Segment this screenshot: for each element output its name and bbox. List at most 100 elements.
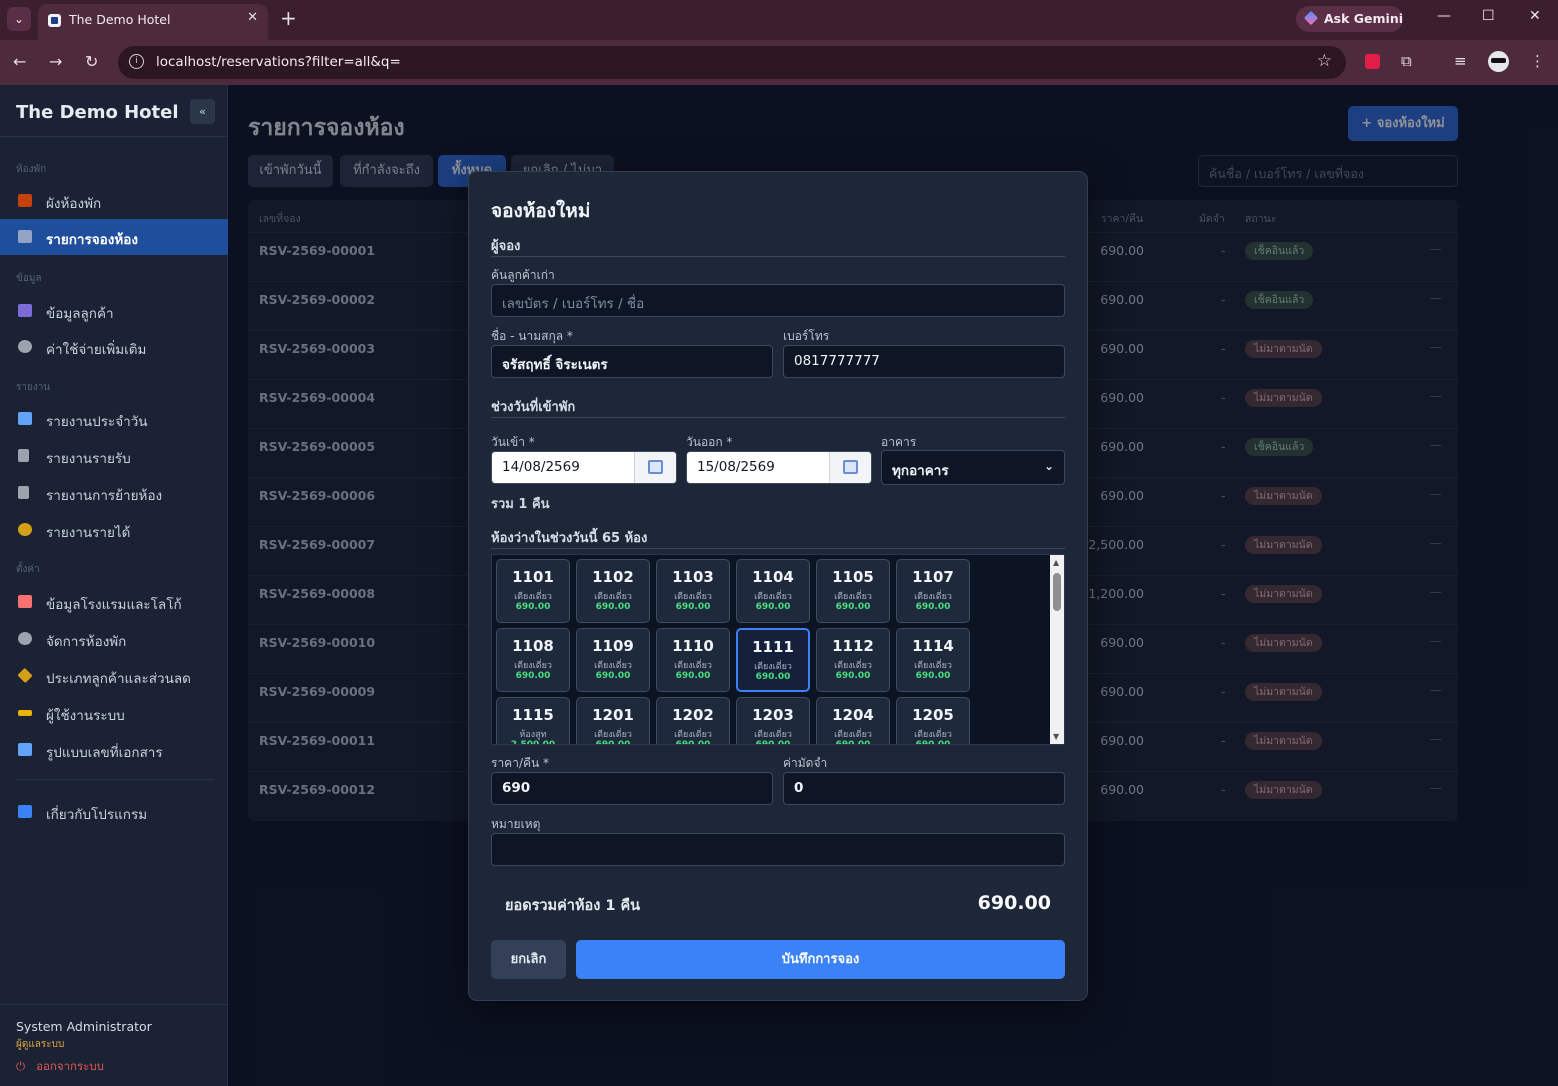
chart-icon <box>18 412 32 425</box>
sidebar-item-reservations[interactable]: รายการจองห้อง <box>0 219 228 255</box>
room-price: 690.00 <box>515 602 551 612</box>
room-card[interactable]: 1101 เตียงเดี่ยว 690.00 <box>496 559 570 623</box>
room-type: เตียงเดี่ยว <box>754 662 792 672</box>
building-select[interactable]: ทุกอาคาร ⌄ <box>881 450 1065 485</box>
room-card[interactable]: 1103 เตียงเดี่ยว 690.00 <box>656 559 730 623</box>
sidebar-item-receipt-report[interactable]: รายงานรายรับ <box>0 438 228 474</box>
room-card[interactable]: 1201 เตียงเดี่ยว 690.00 <box>576 697 650 744</box>
sidebar-item-document-numbering[interactable]: รูปแบบเลขที่เอกสาร <box>0 732 228 768</box>
back-icon[interactable]: ← <box>13 52 26 71</box>
ask-gemini-button[interactable]: Ask Gemini <box>1296 6 1403 32</box>
room-card[interactable]: 1112 เตียงเดี่ยว 690.00 <box>816 628 890 692</box>
room-card[interactable]: 1114 เตียงเดี่ยว 690.00 <box>896 628 970 692</box>
room-card[interactable]: 1105 เตียงเดี่ยว 690.00 <box>816 559 890 623</box>
url-text[interactable]: localhost/reservations?filter=all&q= <box>156 54 401 70</box>
note-label: หมายเหตุ <box>491 817 541 831</box>
room-number: 1202 <box>672 706 714 724</box>
room-price: 690.00 <box>595 671 631 681</box>
sidebar-item-users[interactable]: ผู้ใช้งานระบบ <box>0 695 228 731</box>
room-card[interactable]: 1109 เตียงเดี่ยว 690.00 <box>576 628 650 692</box>
reload-icon[interactable]: ↻ <box>85 52 98 71</box>
browser-tab[interactable]: The Demo Hotel ✕ <box>38 4 268 40</box>
search-customer-input[interactable]: เลขบัตร / เบอร์โทร / ชื่อ <box>491 284 1065 317</box>
browser-toolbar: ← → ↻ i localhost/reservations?filter=al… <box>0 40 1558 85</box>
room-card[interactable]: 1108 เตียงเดี่ยว 690.00 <box>496 628 570 692</box>
minimize-icon[interactable]: — <box>1437 8 1451 24</box>
divider <box>491 256 1065 257</box>
room-card[interactable]: 1205 เตียงเดี่ยว 690.00 <box>896 697 970 745</box>
sidebar-item-customers[interactable]: ข้อมูลลูกค้า <box>0 293 228 329</box>
new-tab-button[interactable]: + <box>280 6 297 30</box>
cancel-button[interactable]: ยกเลิก <box>491 940 566 979</box>
room-card[interactable]: 1115 ห้องสูท 2,500.00 <box>496 697 570 745</box>
sidebar-item-label: รายงานรายรับ <box>46 451 131 467</box>
checkout-calendar-button[interactable] <box>829 452 871 483</box>
room-number: 1114 <box>912 637 954 655</box>
scroll-up-icon[interactable]: ▲ <box>1053 558 1059 567</box>
room-card[interactable]: 1110 เตียงเดี่ยว 690.00 <box>656 628 730 692</box>
section-settings: ตั้งค่า <box>16 564 40 575</box>
media-controls-icon[interactable]: ≡ <box>1454 52 1467 70</box>
price-input[interactable]: 690 <box>491 772 773 805</box>
scroll-thumb[interactable] <box>1053 573 1061 611</box>
sidebar-item-extra-charges[interactable]: ค่าใช้จ่ายเพิ่มเติม <box>0 329 228 365</box>
maximize-icon[interactable]: ☐ <box>1482 8 1495 24</box>
extensions-puzzle-icon[interactable]: ⧉ <box>1401 52 1412 70</box>
site-info-icon[interactable]: i <box>129 54 144 69</box>
sidebar-item-daily-report[interactable]: รายงานประจำวัน <box>0 401 228 437</box>
checkout-date-input[interactable]: 15/08/2569 <box>686 451 872 484</box>
note-input[interactable] <box>491 833 1065 866</box>
room-price: 690.00 <box>755 602 791 612</box>
room-card[interactable]: 1202 เตียงเดี่ยว 690.00 <box>656 697 730 745</box>
forward-icon[interactable]: → <box>49 52 62 71</box>
sidebar-item-label: จัดการห้องพัก <box>46 634 127 650</box>
room-card[interactable]: 1203 เตียงเดี่ยว 690.00 <box>736 697 810 745</box>
checkin-date-input[interactable]: 14/08/2569 <box>491 451 677 484</box>
sidebar-item-customer-types[interactable]: ประเภทลูกค้าและส่วนลด <box>0 658 228 694</box>
divider <box>491 548 1065 549</box>
sidebar-item-label: ค่าใช้จ่ายเพิ่มเติม <box>46 342 147 358</box>
browser-menu-icon[interactable]: ⋮ <box>1530 52 1545 70</box>
room-card[interactable]: 1102 เตียงเดี่ยว 690.00 <box>576 559 650 623</box>
save-reservation-button[interactable]: บันทึกการจอง <box>576 940 1065 979</box>
room-price: 690.00 <box>755 740 791 745</box>
sidebar-item-about[interactable]: เกี่ยวกับโปรแกรม <box>0 794 228 830</box>
room-grid-scrollbar[interactable]: ▲ ▼ <box>1050 555 1064 744</box>
sidebar-item-room-map[interactable]: ผังห้องพัก <box>0 183 228 219</box>
collapse-sidebar-button[interactable]: « <box>190 99 215 124</box>
name-input[interactable]: จรัสฤทธิ์ จิระเนตร <box>491 345 773 378</box>
tab-close-icon[interactable]: ✕ <box>247 10 258 25</box>
room-price: 690.00 <box>755 672 791 682</box>
extension-red-icon[interactable] <box>1365 54 1380 69</box>
logout-button[interactable]: ⏻ ออกจากระบบ <box>16 1058 104 1076</box>
room-card[interactable]: 1111 เตียงเดี่ยว 690.00 <box>736 628 810 692</box>
room-card[interactable]: 1204 เตียงเดี่ยว 690.00 <box>816 697 890 744</box>
gemini-icon <box>1303 10 1319 26</box>
deposit-input[interactable]: 0 <box>783 772 1065 805</box>
room-price: 2,500.00 <box>510 740 556 745</box>
close-window-icon[interactable]: ✕ <box>1529 8 1541 24</box>
profile-avatar-icon[interactable] <box>1488 51 1509 72</box>
tab-title: The Demo Hotel <box>69 12 171 27</box>
sidebar-item-income-report[interactable]: รายงานรายได้ <box>0 512 228 548</box>
room-number: 1102 <box>592 568 634 586</box>
room-grid[interactable]: 1101 เตียงเดี่ยว 690.00 1102 เตียงเดี่ยว 690.… <box>491 554 1065 745</box>
sidebar-item-room-move-report[interactable]: รายงานการย้ายห้อง <box>0 475 228 511</box>
scroll-down-icon[interactable]: ▼ <box>1053 732 1059 741</box>
room-price: 690.00 <box>675 740 711 745</box>
checkin-calendar-button[interactable] <box>634 452 676 483</box>
room-price: 690.00 <box>915 740 951 745</box>
phone-input[interactable]: 0817777777 <box>783 345 1065 378</box>
tag-icon <box>17 667 33 684</box>
bed-icon <box>18 194 32 207</box>
sidebar-item-manage-rooms[interactable]: จัดการห้องพัก <box>0 621 228 657</box>
room-price: 690.00 <box>915 671 951 681</box>
room-card[interactable]: 1107 เตียงเดี่ยว 690.00 <box>896 559 970 623</box>
room-card[interactable]: 1104 เตียงเดี่ยว 690.00 <box>736 559 810 623</box>
tab-search-icon[interactable]: ⌄ <box>7 7 31 31</box>
address-bar[interactable]: i localhost/reservations?filter=all&q= ☆ <box>118 46 1346 79</box>
room-number: 1103 <box>672 568 714 586</box>
calendar-icon <box>843 460 858 474</box>
bookmark-star-icon[interactable]: ☆ <box>1317 51 1332 71</box>
sidebar-item-hotel-info[interactable]: ข้อมูลโรงแรมและโลโก้ <box>0 584 228 620</box>
